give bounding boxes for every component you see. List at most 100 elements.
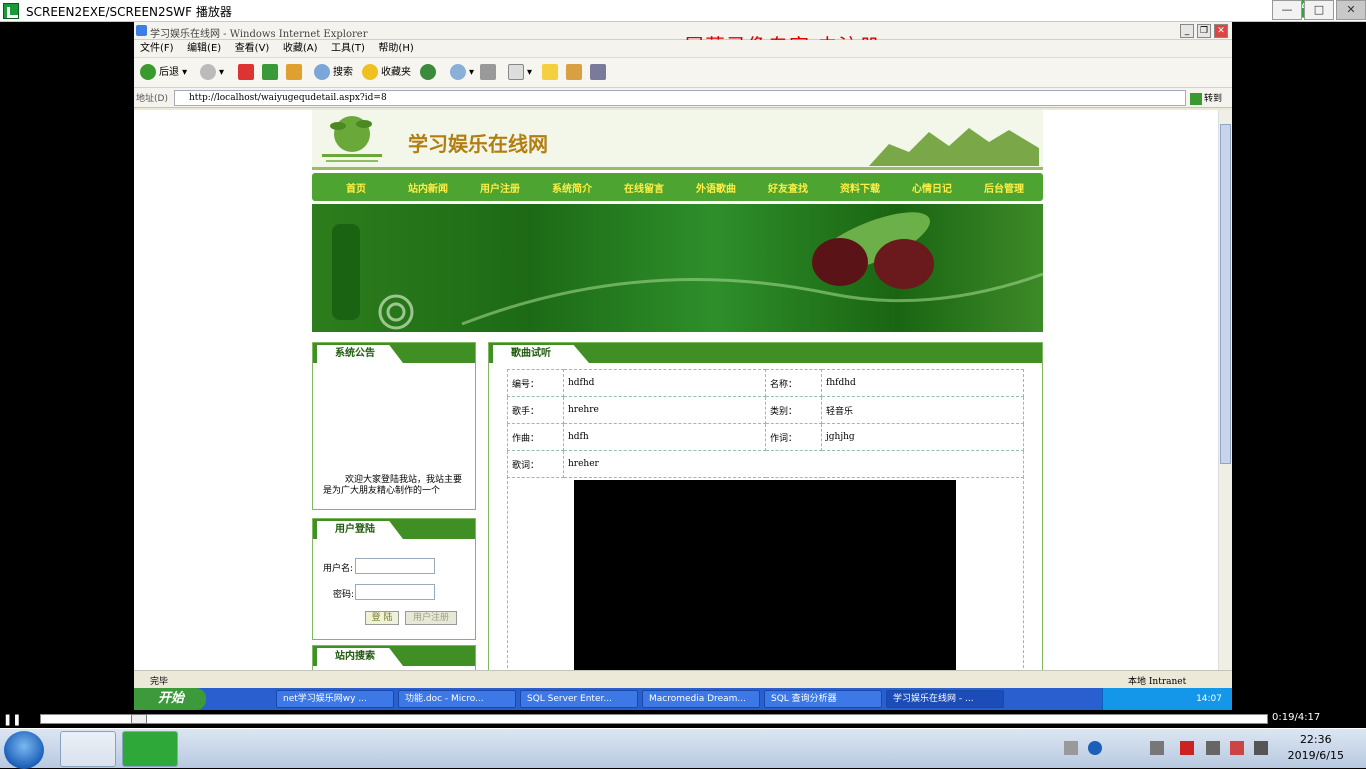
username-input[interactable] <box>355 558 435 574</box>
favorites-label: 收藏夹 <box>381 67 411 78</box>
task-item[interactable]: Macromedia Dream... <box>642 690 760 708</box>
ie-toolbar: 后退 ▾ ▾ 搜索 收藏夹 ▾ ▾ <box>134 58 1232 88</box>
vertical-scrollbar[interactable] <box>1218 110 1232 670</box>
scrollbar-thumb[interactable] <box>1220 124 1231 464</box>
explorer-pin-icon[interactable] <box>60 731 116 767</box>
volume-icon[interactable] <box>1206 741 1220 755</box>
id-value: hdfhd <box>563 369 766 397</box>
xp-system-tray: 14:07 <box>1102 688 1232 710</box>
menu-help[interactable]: 帮助(H) <box>378 40 413 58</box>
composer-value: hdfh <box>563 423 766 451</box>
status-text: 完毕 <box>150 677 169 687</box>
forward-button[interactable]: ▾ <box>200 64 224 82</box>
song-heading: 歌曲试听 <box>493 345 589 363</box>
close-button[interactable]: ✕ <box>1336 0 1366 20</box>
password-row: 密码: <box>333 584 435 600</box>
system-clock[interactable]: 22:36 2019/6/15 <box>1288 732 1344 764</box>
network-icon[interactable] <box>1150 741 1164 755</box>
menu-tools[interactable]: 工具(T) <box>331 40 365 58</box>
pause-button[interactable]: ❚❚ <box>3 713 21 726</box>
favorites-button[interactable]: 收藏夹 <box>362 64 411 82</box>
hills-decoration <box>869 128 1039 166</box>
site-search-box: 站内搜索 <box>312 645 476 670</box>
task-item[interactable]: net学习娱乐网wy ... <box>276 690 394 708</box>
security-zone: 本地 Intranet <box>1128 677 1187 687</box>
media-player[interactable] <box>574 480 956 670</box>
player-titlebar: SCREEN2EXE/SCREEN2SWF 播放器 46 — □ ✕ <box>0 0 1366 22</box>
nav-home[interactable]: 首页 <box>320 180 392 195</box>
category-value: 轻音乐 <box>821 396 1024 424</box>
table-row: 编号： hdfhd 名称： fhfdhd <box>507 369 1024 397</box>
ie-close-button[interactable]: ✕ <box>1214 24 1228 38</box>
maximize-button[interactable]: □ <box>1304 0 1334 20</box>
back-button[interactable]: 后退 ▾ <box>140 64 187 82</box>
login-heading: 用户登陆 <box>317 521 403 539</box>
ie-window: 学习娱乐在线网 - Windows Internet Explorer 屏幕录像… <box>134 22 1232 710</box>
ie-restore-button[interactable]: ❐ <box>1197 24 1211 38</box>
edit-button[interactable]: ▾ <box>508 64 532 82</box>
ie-minimize-button[interactable]: _ <box>1180 24 1194 38</box>
clock-time: 22:36 <box>1299 733 1332 746</box>
nav-downloads[interactable]: 资料下载 <box>824 180 896 195</box>
menu-favorites[interactable]: 收藏(A) <box>283 40 318 58</box>
mail-button[interactable]: ▾ <box>450 64 474 82</box>
singer-value: hrehre <box>563 396 766 424</box>
go-button[interactable]: 转到 <box>1190 91 1222 105</box>
print-button[interactable] <box>480 64 499 82</box>
refresh-button[interactable] <box>262 64 281 82</box>
menu-file[interactable]: 文件(F) <box>140 40 174 58</box>
nav-admin[interactable]: 后台管理 <box>968 180 1040 195</box>
seek-track[interactable] <box>40 714 1268 724</box>
notes-button[interactable] <box>542 64 561 82</box>
keyboard-icon[interactable] <box>1064 741 1078 755</box>
signal-icon[interactable] <box>1254 741 1268 755</box>
back-arrow-icon <box>140 64 156 80</box>
table-row: 作曲： hdfh 作词： jghjhg <box>507 423 1024 451</box>
nav-about[interactable]: 系统简介 <box>536 180 608 195</box>
windows-start-button[interactable] <box>4 731 44 769</box>
table-row: 歌手： hrehre 类别： 轻音乐 <box>507 396 1024 424</box>
history-button[interactable] <box>420 64 439 82</box>
menu-edit[interactable]: 编辑(E) <box>187 40 221 58</box>
notes-icon <box>542 64 558 80</box>
site-title: 学习娱乐在线网 <box>408 132 548 156</box>
password-input[interactable] <box>355 584 435 600</box>
nav-friends[interactable]: 好友查找 <box>752 180 824 195</box>
playback-time: 0:19/4:17 <box>1272 712 1321 723</box>
nav-news[interactable]: 站内新闻 <box>392 180 464 195</box>
ie-titlebar: 学习娱乐在线网 - Windows Internet Explorer 屏幕录像… <box>134 22 1232 58</box>
task-item-active[interactable]: 学习娱乐在线网 - ... <box>886 690 1004 708</box>
minimize-button[interactable]: — <box>1272 0 1302 20</box>
nav-guestbook[interactable]: 在线留言 <box>608 180 680 195</box>
table-row: 歌词： hreher <box>507 450 1024 478</box>
alert-icon[interactable] <box>1180 741 1194 755</box>
task-item[interactable]: SQL Server Enter... <box>520 690 638 708</box>
stop-icon <box>238 64 254 80</box>
screen2exe-pin-icon[interactable] <box>122 731 178 767</box>
research-button[interactable] <box>566 64 585 82</box>
login-button[interactable]: 登 陆 <box>365 611 399 625</box>
nav-songs[interactable]: 外语歌曲 <box>680 180 752 195</box>
seek-knob[interactable] <box>130 714 147 724</box>
menu-view[interactable]: 查看(V) <box>235 40 270 58</box>
page-viewport: 学习娱乐在线网 首页 站内新闻 用户注册 系统简介 在线留言 外语歌曲 好友查找… <box>134 110 1218 670</box>
xp-start-button[interactable]: 开始 <box>134 688 206 710</box>
register-button[interactable]: 用户注册 <box>405 611 457 625</box>
task-item[interactable]: 功能.doc - Micro... <box>398 690 516 708</box>
messenger-button[interactable] <box>590 64 609 82</box>
nav-register[interactable]: 用户注册 <box>464 180 536 195</box>
address-input[interactable]: http://localhost/waiyugequdetail.aspx?id… <box>174 90 1186 106</box>
security-icon[interactable] <box>1230 741 1244 755</box>
stop-button[interactable] <box>238 64 257 82</box>
song-detail-box: 歌曲试听 编号： hdfhd 名称： fhfdhd 歌手： hrehre 类别： <box>488 342 1043 670</box>
nav-diary[interactable]: 心情日记 <box>896 180 968 195</box>
research-icon <box>566 64 582 80</box>
help-icon[interactable] <box>1088 741 1102 755</box>
search-button[interactable]: 搜索 <box>314 64 353 82</box>
player-logo-icon <box>3 3 19 19</box>
home-button[interactable] <box>286 64 305 82</box>
song-detail-table: 编号： hdfhd 名称： fhfdhd 歌手： hrehre 类别： 轻音乐 <box>507 369 1024 478</box>
task-item[interactable]: SQL 查询分析器 <box>764 690 882 708</box>
ie-statusbar: 完毕 本地 Intranet <box>134 670 1232 688</box>
star-icon <box>362 64 378 80</box>
